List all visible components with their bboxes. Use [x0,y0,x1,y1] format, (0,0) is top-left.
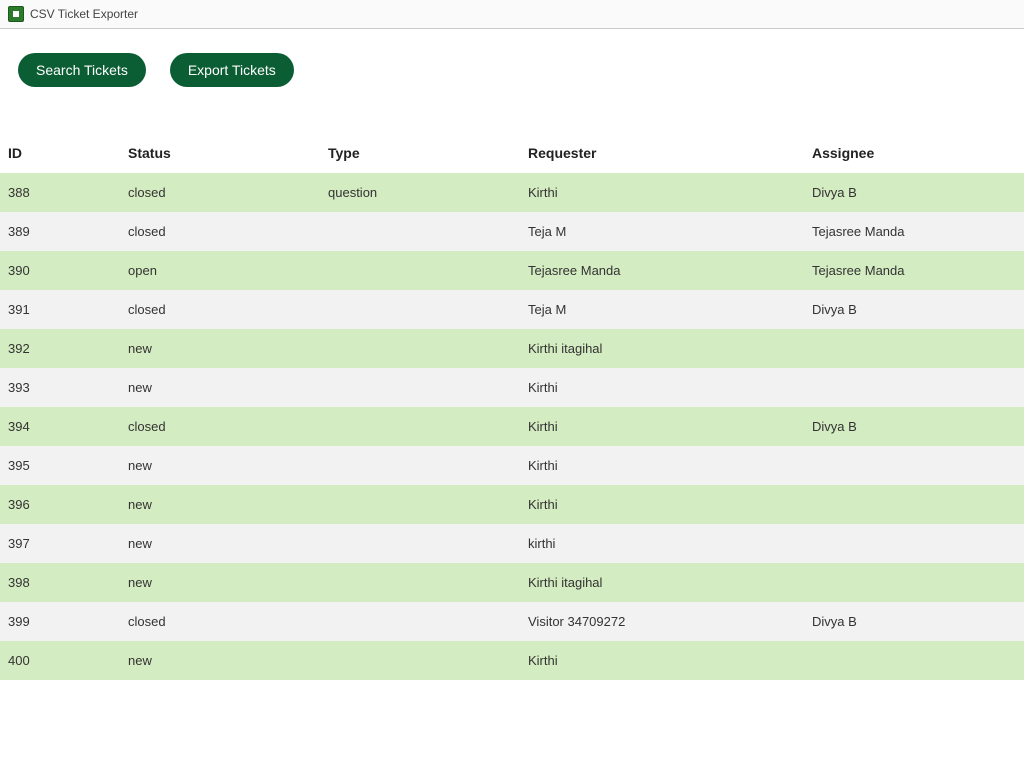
cell-status: new [120,329,320,368]
col-header-type: Type [320,133,520,173]
cell-assignee: Divya B [804,407,1024,446]
cell-status: new [120,641,320,680]
cell-type [320,212,520,251]
cell-assignee [804,524,1024,563]
cell-id: 398 [0,563,120,602]
tickets-table: ID Status Type Requester Assignee 388clo… [0,133,1024,680]
cell-type [320,368,520,407]
cell-id: 389 [0,212,120,251]
cell-status: closed [120,212,320,251]
cell-id: 399 [0,602,120,641]
cell-assignee [804,368,1024,407]
col-header-assignee: Assignee [804,133,1024,173]
cell-type: question [320,173,520,212]
cell-requester: Tejasree Manda [520,251,804,290]
cell-id: 391 [0,290,120,329]
cell-assignee [804,641,1024,680]
cell-type [320,407,520,446]
cell-status: new [120,524,320,563]
toolbar: Search Tickets Export Tickets [0,29,1024,133]
cell-requester: Kirthi [520,485,804,524]
cell-id: 397 [0,524,120,563]
cell-assignee: Tejasree Manda [804,212,1024,251]
cell-requester: Teja M [520,290,804,329]
cell-requester: Kirthi itagihal [520,329,804,368]
table-row[interactable]: 399closed Visitor 34709272Divya B [0,602,1024,641]
cell-assignee [804,485,1024,524]
cell-id: 394 [0,407,120,446]
cell-status: open [120,251,320,290]
export-tickets-button[interactable]: Export Tickets [170,53,294,87]
cell-status: new [120,368,320,407]
table-row[interactable]: 398new Kirthi itagihal [0,563,1024,602]
cell-type [320,641,520,680]
cell-id: 388 [0,173,120,212]
cell-assignee [804,446,1024,485]
cell-status: closed [120,290,320,329]
cell-assignee [804,329,1024,368]
cell-requester: Kirthi [520,641,804,680]
cell-status: closed [120,407,320,446]
table-row[interactable]: 390open Tejasree MandaTejasree Manda [0,251,1024,290]
cell-type [320,524,520,563]
cell-requester: Kirthi [520,407,804,446]
cell-requester: Kirthi itagihal [520,563,804,602]
cell-id: 395 [0,446,120,485]
cell-assignee: Divya B [804,602,1024,641]
cell-id: 392 [0,329,120,368]
cell-assignee: Divya B [804,290,1024,329]
cell-requester: Kirthi [520,173,804,212]
cell-requester: Visitor 34709272 [520,602,804,641]
cell-type [320,446,520,485]
search-tickets-button[interactable]: Search Tickets [18,53,146,87]
app-title: CSV Ticket Exporter [30,7,138,21]
cell-status: new [120,446,320,485]
window-titlebar: CSV Ticket Exporter [0,0,1024,29]
cell-type [320,329,520,368]
table-row[interactable]: 388closedquestionKirthiDivya B [0,173,1024,212]
cell-type [320,251,520,290]
app-icon [8,6,24,22]
table-row[interactable]: 389closed Teja MTejasree Manda [0,212,1024,251]
cell-assignee [804,563,1024,602]
cell-id: 390 [0,251,120,290]
table-row[interactable]: 392new Kirthi itagihal [0,329,1024,368]
cell-requester: Kirthi [520,446,804,485]
table-row[interactable]: 400new Kirthi [0,641,1024,680]
cell-status: new [120,563,320,602]
table-row[interactable]: 393new Kirthi [0,368,1024,407]
cell-id: 400 [0,641,120,680]
cell-type [320,290,520,329]
cell-requester: Kirthi [520,368,804,407]
cell-type [320,563,520,602]
cell-requester: Teja M [520,212,804,251]
cell-id: 396 [0,485,120,524]
col-header-status: Status [120,133,320,173]
table-row[interactable]: 395new Kirthi [0,446,1024,485]
col-header-id: ID [0,133,120,173]
cell-status: new [120,485,320,524]
table-row[interactable]: 397new kirthi [0,524,1024,563]
cell-assignee: Divya B [804,173,1024,212]
cell-type [320,602,520,641]
cell-type [320,485,520,524]
table-row[interactable]: 394closed KirthiDivya B [0,407,1024,446]
cell-assignee: Tejasree Manda [804,251,1024,290]
cell-requester: kirthi [520,524,804,563]
cell-status: closed [120,602,320,641]
table-row[interactable]: 396new Kirthi [0,485,1024,524]
table-header-row: ID Status Type Requester Assignee [0,133,1024,173]
col-header-requester: Requester [520,133,804,173]
cell-status: closed [120,173,320,212]
table-row[interactable]: 391closed Teja MDivya B [0,290,1024,329]
cell-id: 393 [0,368,120,407]
